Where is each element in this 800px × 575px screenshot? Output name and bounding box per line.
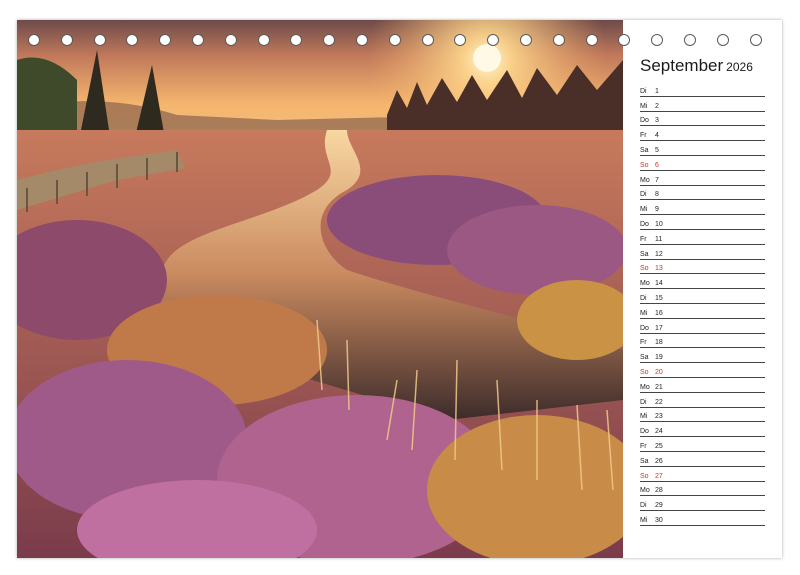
weekday-label: Mi: [640, 102, 648, 110]
day-number: 14: [655, 280, 663, 288]
day-number: 30: [655, 516, 663, 524]
year-label: 2026: [726, 60, 753, 74]
weekday-label: Mo: [640, 280, 650, 288]
day-number: 18: [655, 339, 663, 347]
weekday-label: Fr: [640, 339, 647, 347]
day-number: 4: [655, 132, 659, 140]
weekday-label: Mi: [640, 516, 648, 524]
day-number: 9: [655, 206, 659, 214]
day-number: 24: [655, 428, 663, 436]
day-row: Do 24: [640, 422, 765, 438]
weekday-label: Di: [640, 87, 647, 95]
day-number: 1: [655, 87, 659, 95]
day-row: Sa 5: [640, 141, 765, 156]
weekday-label: Sa: [640, 457, 649, 465]
day-number: 16: [655, 309, 663, 317]
weekday-label: Sa: [640, 146, 649, 154]
weekday-label: Di: [640, 398, 647, 406]
weekday-label: Di: [640, 294, 647, 302]
day-row: Di 15: [640, 289, 765, 304]
weekday-label: Do: [640, 220, 649, 228]
day-row: Do 3: [640, 112, 765, 127]
day-row: So 6: [640, 156, 765, 171]
day-number: 19: [655, 354, 663, 362]
day-number: 26: [655, 457, 663, 465]
day-row: Sa 19: [640, 348, 765, 364]
day-number: 29: [655, 502, 663, 510]
day-row: Do 17: [640, 319, 765, 334]
calendar-page: September 2026 Di 1 Mi 2 Do 3 Fr 4 Sa 5 So 6 Mo 7 Di 8 Mi…: [17, 20, 782, 558]
weekday-label: Do: [640, 428, 649, 436]
day-row: Mo 7: [640, 171, 765, 186]
weekday-label: Mo: [640, 487, 650, 495]
day-number: 3: [655, 117, 659, 125]
day-number: 7: [655, 176, 659, 184]
month-header: September 2026: [640, 56, 753, 76]
day-row: So 20: [640, 363, 765, 378]
weekday-label: Mi: [640, 206, 648, 214]
weekday-label: So: [640, 265, 649, 273]
weekday-label: Mi: [640, 309, 648, 317]
day-row: Mo 28: [640, 482, 765, 497]
day-number: 6: [655, 161, 659, 169]
weekday-label: Di: [640, 502, 647, 510]
day-row: Mi 30: [640, 511, 765, 526]
day-number: 8: [655, 191, 659, 199]
day-number: 12: [655, 250, 663, 258]
day-number: 13: [655, 265, 663, 273]
day-row: Mo 14: [640, 274, 765, 290]
day-number: 28: [655, 487, 663, 495]
weekday-label: Di: [640, 191, 647, 199]
day-list: Di 1 Mi 2 Do 3 Fr 4 Sa 5 So 6 Mo 7 Di 8 Mi 9 Do 10 Fr 11 Sa 12 S…: [640, 82, 765, 526]
day-number: 20: [655, 368, 663, 376]
day-row: Mo 21: [640, 378, 765, 393]
day-number: 5: [655, 146, 659, 154]
day-row: Mi 9: [640, 200, 765, 216]
day-row: Fr 11: [640, 230, 765, 245]
heathland-river-photo: [17, 20, 623, 558]
weekday-label: Mo: [640, 383, 650, 391]
day-number: 25: [655, 442, 663, 450]
day-number: 17: [655, 324, 663, 332]
day-number: 22: [655, 398, 663, 406]
day-row: Di 22: [640, 393, 765, 408]
weekday-label: Mi: [640, 413, 648, 421]
day-number: 27: [655, 472, 663, 480]
calendar-panel: September 2026 Di 1 Mi 2 Do 3 Fr 4 Sa 5 So 6 Mo 7 Di 8 Mi…: [623, 20, 782, 558]
day-row: Fr 4: [640, 126, 765, 142]
day-row: So 27: [640, 467, 765, 482]
day-row: Sa 26: [640, 452, 765, 467]
weekday-label: So: [640, 161, 649, 169]
day-row: Mi 2: [640, 97, 765, 112]
weekday-label: Do: [640, 324, 649, 332]
day-row: Do 10: [640, 215, 765, 230]
weekday-label: So: [640, 368, 649, 376]
weekday-label: So: [640, 472, 649, 480]
day-row: Di 1: [640, 82, 765, 97]
day-row: Fr 25: [640, 437, 765, 452]
day-row: Fr 18: [640, 334, 765, 349]
day-number: 11: [655, 235, 663, 243]
weekday-label: Fr: [640, 235, 647, 243]
day-number: 10: [655, 220, 663, 228]
day-row: Mi 23: [640, 408, 765, 423]
day-row: So 13: [640, 260, 765, 275]
day-row: Sa 12: [640, 245, 765, 260]
day-row: Di 29: [640, 496, 765, 512]
day-number: 23: [655, 413, 663, 421]
day-row: Di 8: [640, 186, 765, 201]
day-number: 21: [655, 383, 663, 391]
day-row: Mi 16: [640, 304, 765, 319]
day-number: 2: [655, 102, 659, 110]
month-name: September: [640, 56, 724, 75]
weekday-label: Fr: [640, 442, 647, 450]
day-number: 15: [655, 294, 663, 302]
weekday-label: Sa: [640, 250, 649, 258]
weekday-label: Do: [640, 117, 649, 125]
weekday-label: Mo: [640, 176, 650, 184]
weekday-label: Sa: [640, 354, 649, 362]
weekday-label: Fr: [640, 132, 647, 140]
